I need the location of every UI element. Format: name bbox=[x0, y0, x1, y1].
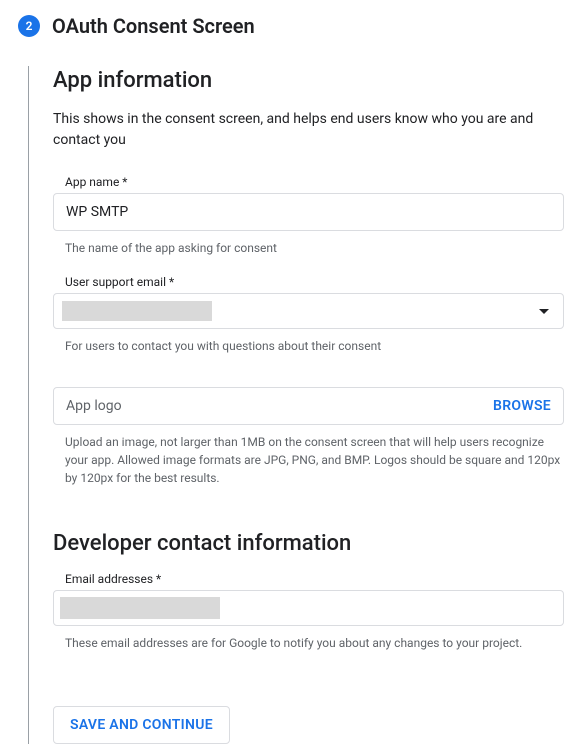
support-email-field: User support email * For users to contac… bbox=[53, 275, 564, 355]
app-logo-label: App logo bbox=[66, 398, 122, 414]
app-logo-helper: Upload an image, not larger than 1MB on … bbox=[65, 433, 564, 487]
browse-button[interactable]: BROWSE bbox=[493, 398, 551, 414]
save-and-continue-button[interactable]: SAVE AND CONTINUE bbox=[53, 706, 230, 744]
chevron-down-icon bbox=[539, 309, 549, 314]
app-logo-field: App logo BROWSE Upload an image, not lar… bbox=[53, 387, 564, 487]
app-info-heading: App information bbox=[53, 68, 564, 93]
app-logo-row: App logo BROWSE bbox=[53, 387, 564, 425]
app-name-label: App name * bbox=[65, 175, 564, 189]
content-panel: App information This shows in the consen… bbox=[28, 66, 564, 744]
step-header: 2 OAuth Consent Screen bbox=[18, 14, 564, 38]
support-email-value-redacted bbox=[62, 301, 212, 321]
dev-email-label: Email addresses * bbox=[65, 572, 564, 586]
dev-email-input[interactable] bbox=[53, 590, 564, 626]
step-badge: 2 bbox=[18, 15, 40, 37]
dev-email-helper: These email addresses are for Google to … bbox=[65, 634, 564, 652]
page-title: OAuth Consent Screen bbox=[52, 14, 255, 38]
support-email-label: User support email * bbox=[65, 275, 564, 289]
dev-contact-heading: Developer contact information bbox=[53, 531, 564, 556]
dev-email-field: Email addresses * These email addresses … bbox=[53, 572, 564, 652]
dev-email-value-redacted bbox=[60, 597, 220, 619]
app-name-field: App name * The name of the app asking fo… bbox=[53, 175, 564, 257]
support-email-helper: For users to contact you with questions … bbox=[65, 337, 564, 355]
app-info-description: This shows in the consent screen, and he… bbox=[53, 109, 564, 151]
app-name-helper: The name of the app asking for consent bbox=[65, 239, 564, 257]
support-email-select[interactable] bbox=[53, 293, 564, 329]
app-name-input[interactable] bbox=[53, 193, 564, 231]
